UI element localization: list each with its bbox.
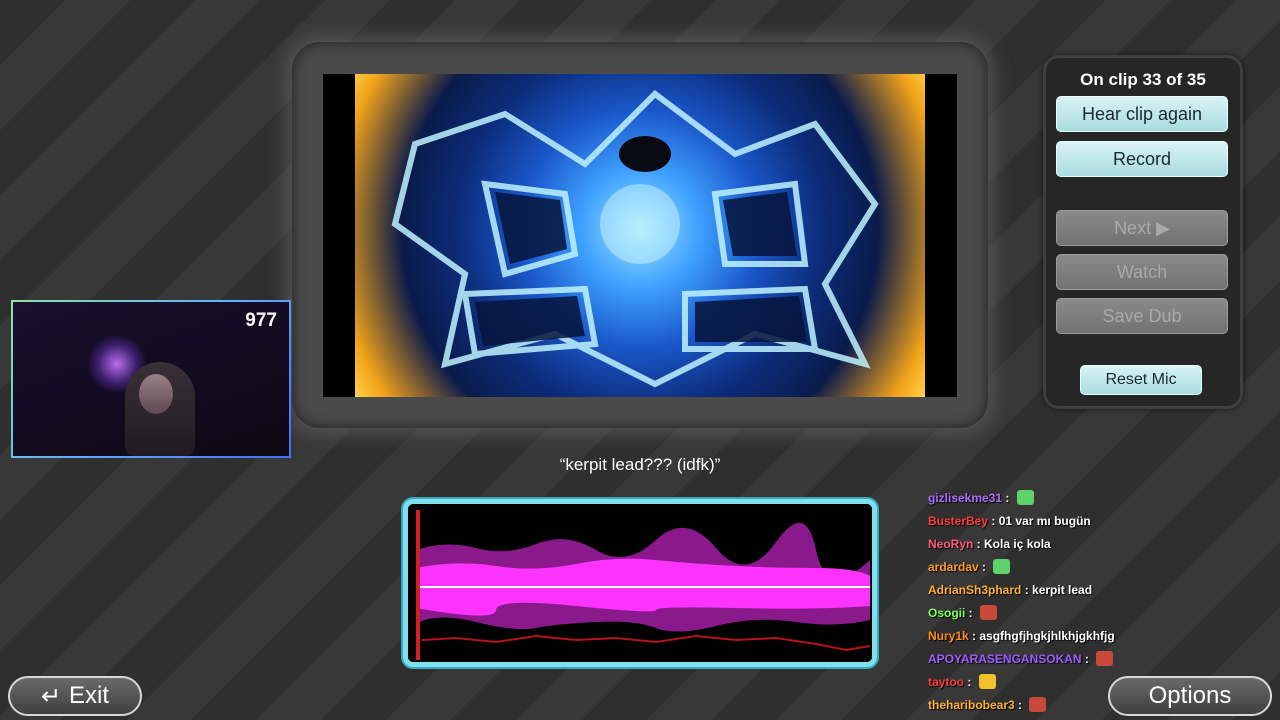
chat-message: NeoRyn : Kola iç kola [928,532,1268,555]
chat-separator: : [1021,582,1033,597]
next-button[interactable]: Next ▶ [1056,210,1228,246]
watch-button[interactable]: Watch [1056,254,1228,290]
chat-separator: : [968,628,980,643]
chat-username[interactable]: theharibobear3 [928,698,1015,712]
chat-separator: : [1014,697,1026,712]
frog-emote-icon [1016,490,1034,505]
chat-username[interactable]: ardardav [928,560,979,574]
chat-text: kerpit lead [1032,582,1093,597]
frog-emote-icon [993,559,1011,574]
chat-message: Osogii : [928,601,1268,624]
streamer-face [139,374,173,414]
hear-clip-again-button[interactable]: Hear clip again [1056,96,1228,132]
clip-counter: On clip 33 of 35 [1080,70,1206,89]
options-button[interactable]: Options [1108,676,1272,716]
face-emote-icon [1029,697,1047,712]
chat-username[interactable]: BusterBey [928,514,988,528]
chat-message: gizlisekme31 : [928,486,1268,509]
chat-username[interactable]: taytoo [928,675,964,689]
viewer-count: 977 [245,310,277,331]
save-dub-button[interactable]: Save Dub [1056,298,1228,334]
chat-separator: : [1002,490,1013,505]
cool-emote-icon [978,674,996,689]
dub-control-panel: On clip 33 of 35 Hear clip again Record … [1043,55,1243,409]
chat-text: asgfhgfjhgkjhlkhjgkhfjg [979,628,1115,643]
chat-username[interactable]: Osogii [928,606,965,620]
exit-button[interactable]: ↵ Exit [8,676,142,716]
return-arrow-icon: ↵ [40,682,62,710]
chat-username[interactable]: gizlisekme31 [928,491,1002,505]
chat-text: 01 var mı bugün [998,513,1091,528]
chat-message: APOYARASENGANSOKAN : [928,647,1268,670]
chat-username[interactable]: APOYARASENGANSOKAN [928,652,1082,666]
record-button[interactable]: Record [1056,141,1228,177]
chat-text: Kola iç kola [984,536,1051,551]
video-frame [355,74,925,397]
chat-message: AdrianSh3phard : kerpit lead [928,578,1268,601]
chat-separator: : [988,513,999,528]
chat-separator: : [1081,651,1093,666]
reset-mic-button[interactable]: Reset Mic [1080,365,1202,395]
chat-username[interactable]: AdrianSh3phard [928,583,1021,597]
chat-separator: : [965,605,977,620]
clip-subtitle: “kerpit lead??? (idfk)” [559,455,721,474]
chat-message: Nury1k : asgfhgfjhgkjhlkhjgkhfjg [928,624,1268,647]
chat-separator: : [978,559,990,574]
chat-message: BusterBey : 01 var mı bugün [928,509,1268,532]
face-emote-icon [980,605,998,620]
exit-label: Exit [69,682,110,709]
chat-username[interactable]: NeoRyn [928,537,973,551]
webcam-overlay: 977 [11,300,291,458]
audio-waveform [403,499,877,667]
chat-message: ardardav : [928,555,1268,578]
face-emote-icon [1096,651,1114,666]
chat-separator: : [973,536,985,551]
video-player [323,74,957,397]
chat-username[interactable]: Nury1k [928,629,969,643]
chat-separator: : [964,674,975,689]
